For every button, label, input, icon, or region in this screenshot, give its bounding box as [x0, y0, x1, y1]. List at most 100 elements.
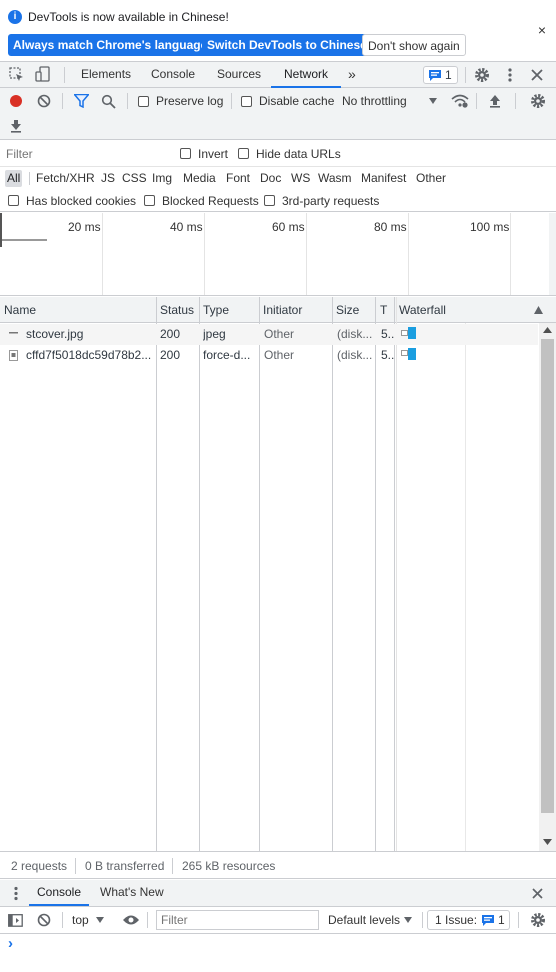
divider: [476, 93, 477, 109]
overview-tick-label: 60 ms: [272, 220, 305, 234]
network-overview[interactable]: 20 ms 40 ms 60 ms 80 ms 100 ms: [0, 213, 556, 296]
tab-sources[interactable]: Sources: [217, 62, 261, 88]
overview-tick-label: 20 ms: [68, 220, 101, 234]
more-tabs-icon[interactable]: »: [348, 62, 356, 88]
close-drawer-icon[interactable]: [532, 888, 543, 899]
search-icon[interactable]: [101, 94, 116, 109]
log-levels-select[interactable]: Default levels: [328, 907, 414, 933]
column-divider: [394, 297, 395, 851]
has-blocked-cookies-checkbox[interactable]: [8, 195, 19, 206]
more-options-icon[interactable]: [506, 67, 514, 83]
column-divider: [156, 297, 157, 851]
table-scrollbar[interactable]: [539, 323, 556, 851]
blocked-requests-checkbox[interactable]: [144, 195, 155, 206]
issues-label: 1 Issue:: [435, 913, 478, 927]
resources-size: 265 kB resources: [182, 859, 276, 873]
scroll-down-arrow-icon[interactable]: [543, 839, 552, 845]
tab-network[interactable]: Network: [271, 62, 341, 88]
type-filter-media[interactable]: Media: [181, 170, 218, 187]
request-status: 200: [160, 348, 181, 362]
type-filter-doc[interactable]: Doc: [258, 170, 283, 187]
type-filter-font[interactable]: Font: [224, 170, 252, 187]
type-filter-other[interactable]: Other: [414, 170, 448, 187]
drawer-tab-console[interactable]: Console: [29, 880, 89, 906]
settings-gear-icon[interactable]: [474, 67, 490, 83]
inspect-element-icon[interactable]: [9, 67, 25, 83]
context-value: top: [72, 913, 89, 927]
drawer-tab-whats-new[interactable]: What's New: [100, 880, 164, 906]
type-filter-js[interactable]: JS: [99, 170, 117, 187]
close-infobar-icon[interactable]: ×: [538, 22, 546, 38]
network-conditions-icon[interactable]: [451, 93, 469, 109]
type-filter-img[interactable]: Img: [150, 170, 174, 187]
filter-bar: Invert Hide data URLs: [0, 141, 556, 167]
import-har-icon[interactable]: [488, 94, 502, 108]
tab-console[interactable]: Console: [151, 62, 195, 88]
type-filter-css[interactable]: CSS: [120, 170, 149, 187]
type-filter-manifest[interactable]: Manifest: [359, 170, 408, 187]
throttling-value: No throttling: [342, 94, 407, 108]
tab-elements[interactable]: Elements: [81, 62, 131, 88]
image-file-icon: [9, 332, 18, 334]
grid-line: [102, 213, 103, 295]
type-filter-ws[interactable]: WS: [289, 170, 312, 187]
filter-icon[interactable]: [74, 94, 89, 108]
table-row[interactable]: cffd7f5018dc59d78b2... 200 force-d... Ot…: [0, 345, 538, 366]
type-filter-all[interactable]: All: [5, 170, 23, 187]
close-devtools-icon[interactable]: [531, 69, 543, 81]
divider: [64, 67, 65, 83]
preserve-log-checkbox[interactable]: [138, 96, 149, 107]
panel-tabs: Elements Console Sources Network » 1: [0, 62, 556, 88]
issue-message-icon: [429, 70, 441, 81]
drawer-tabs: Console What's New: [0, 880, 556, 907]
scroll-up-arrow-icon[interactable]: [543, 327, 552, 333]
console-prompt[interactable]: ›: [0, 934, 556, 972]
drawer-menu-icon[interactable]: [13, 886, 19, 901]
export-har-icon[interactable]: [9, 119, 23, 133]
switch-to-chinese-button[interactable]: Switch DevTools to Chinese: [202, 34, 372, 56]
clear-icon[interactable]: [37, 94, 51, 108]
invert-checkbox[interactable]: [180, 148, 191, 159]
document-file-icon: [9, 350, 18, 361]
filter-input[interactable]: [3, 145, 167, 163]
overview-tick-label: 80 ms: [374, 220, 407, 234]
prompt-chevron-icon: ›: [8, 935, 13, 952]
column-header-waterfall[interactable]: Waterfall: [395, 297, 446, 323]
disable-cache-checkbox[interactable]: [241, 96, 252, 107]
type-filter-wasm[interactable]: Wasm: [316, 170, 354, 187]
grid-line: [204, 213, 205, 295]
column-header-type[interactable]: Type: [199, 297, 229, 323]
type-filter-fetch-xhr[interactable]: Fetch/XHR: [34, 170, 97, 187]
issues-counter[interactable]: 1: [423, 66, 458, 84]
device-toolbar-icon[interactable]: [35, 66, 51, 83]
throttling-select[interactable]: No throttling: [342, 88, 440, 114]
dont-show-again-button[interactable]: Don't show again: [362, 34, 466, 56]
column-header-name[interactable]: Name: [0, 297, 36, 323]
column-header-initiator[interactable]: Initiator: [259, 297, 302, 323]
divider: [465, 67, 466, 83]
column-divider: [199, 297, 200, 851]
hide-data-urls-checkbox[interactable]: [238, 148, 249, 159]
table-row[interactable]: stcover.jpg 200 jpeg Other (disk... 5...: [0, 324, 538, 345]
console-filter-input[interactable]: [156, 910, 319, 930]
request-size: (disk...: [337, 327, 373, 341]
sort-ascending-icon[interactable]: [534, 306, 543, 314]
invert-label: Invert: [198, 147, 229, 161]
scrollbar-thumb[interactable]: [541, 339, 554, 813]
context-selector[interactable]: top: [72, 907, 112, 933]
issues-count: 1: [445, 68, 452, 82]
column-header-size[interactable]: Size: [332, 297, 359, 323]
issue-message-icon: [482, 915, 494, 926]
clear-console-icon[interactable]: [37, 913, 51, 927]
live-expression-eye-icon[interactable]: [122, 914, 140, 926]
third-party-requests-checkbox[interactable]: [264, 195, 275, 206]
console-sidebar-icon[interactable]: [8, 914, 23, 927]
always-match-language-button[interactable]: Always match Chrome's language: [8, 34, 213, 56]
record-icon[interactable]: [9, 94, 23, 108]
console-issues-button[interactable]: 1 Issue: 1: [427, 910, 510, 930]
waterfall-download-bar: [408, 348, 416, 360]
column-header-time[interactable]: T: [376, 297, 387, 323]
network-settings-gear-icon[interactable]: [530, 93, 546, 109]
column-header-status[interactable]: Status: [156, 297, 194, 323]
console-settings-gear-icon[interactable]: [530, 912, 546, 928]
